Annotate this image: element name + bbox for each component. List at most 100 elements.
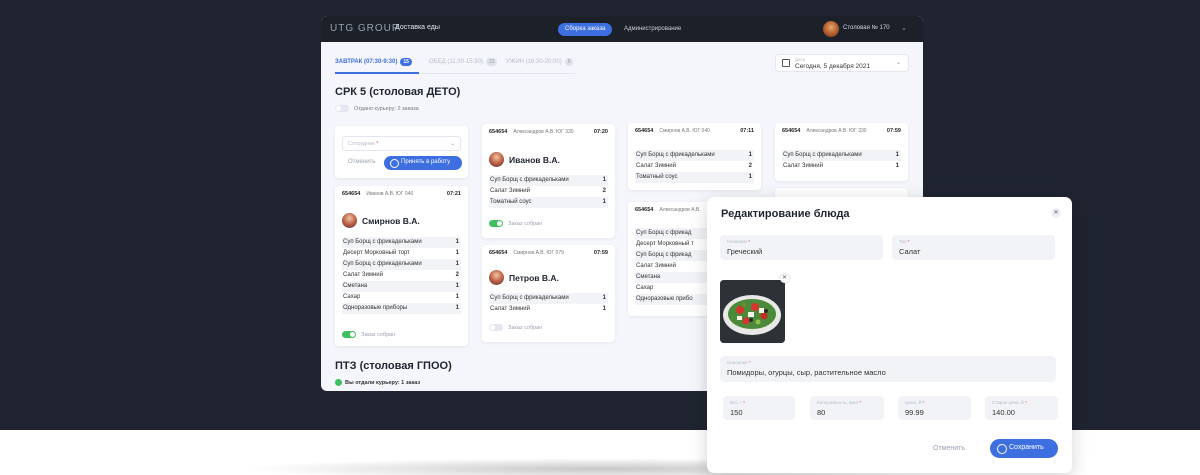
list-item: Суп Борщ с фрикадельками 1	[489, 293, 608, 304]
order-card[interactable]: 654654 Александров А.В. ЮГ 330 07:20 Ивано…	[482, 124, 615, 238]
edit-dish-modal: Редактирование блюда ✕ Название * Гречес…	[707, 197, 1072, 473]
chevron-down-icon[interactable]: ⌄	[901, 24, 907, 32]
chevron-down-icon: ⌄	[896, 60, 902, 66]
old-price-field[interactable]: Старая цена, ₽ * 140.00	[985, 396, 1058, 420]
field-label: Описание *	[727, 360, 751, 365]
item-name: Сметана	[343, 283, 368, 289]
item-qty: 1	[455, 261, 459, 267]
item-qty: 1	[602, 295, 606, 301]
item-name: Одноразовые прибо	[636, 296, 693, 302]
order-number: 654654	[635, 207, 654, 213]
item-name: Сахар	[636, 285, 654, 291]
order-items: Суп Борщ с фрикадельками 1 Салат Зимний 2 …	[489, 175, 608, 208]
close-icon[interactable]: ✕	[780, 274, 789, 283]
field-label: Цена, ₽ *	[905, 400, 924, 406]
field-label: Тип *	[899, 239, 910, 244]
tab-lunch-count: 13	[485, 58, 498, 66]
item-qty: 1	[455, 283, 459, 289]
item-name: Одноразовые приборы	[343, 305, 408, 311]
item-name: Салат Зимний	[490, 306, 530, 312]
item-name: Суп Борщ с фрикадельками	[343, 239, 422, 245]
dish-photo	[720, 280, 785, 343]
weight-label: Вес, г	[730, 400, 742, 405]
list-item: Одноразовые приборы 1	[342, 303, 461, 314]
order-items: Суп Борщ с фрикадельками 1 Салат Зимний 1	[782, 150, 901, 172]
list-item: Салат Зимний 2	[342, 270, 461, 281]
required-mark: *	[743, 400, 745, 405]
salad-image	[720, 280, 785, 343]
tab-lunch-label: ОБЕД (11:30-15:30)	[429, 59, 483, 65]
name-field[interactable]: Название * Греческий	[720, 235, 883, 260]
tab-breakfast-count: 15	[400, 58, 412, 66]
item-qty: 1	[455, 294, 459, 300]
item-qty: 1	[455, 239, 459, 245]
accept-button[interactable]: Принять в работу	[384, 156, 462, 170]
item-name: Десерт Морковный т	[636, 241, 694, 247]
item-name: Суп Борщ с фрикад	[636, 252, 692, 258]
type-field[interactable]: Тип * Салат	[892, 235, 1055, 260]
item-name: Салат Зимний	[490, 188, 530, 194]
order-card[interactable]: 654654 Александров А.В. ЮГ 330 07:59 Суп Б…	[775, 123, 908, 181]
required-mark: *	[922, 400, 925, 405]
field-label: Название *	[727, 239, 750, 244]
collected-label: Заказ собран	[508, 220, 543, 227]
assign-card: Сотрудник * ⌄ Отменить Принять в работу	[335, 126, 468, 178]
order-card[interactable]: 654654 Смирнов А.В. ЮГ 079 07:59 Петров В.…	[482, 245, 615, 342]
save-button[interactable]: Сохранить	[990, 439, 1058, 458]
nav-admin[interactable]: Администрирование	[617, 23, 688, 36]
order-header: 654654 Иванов А.В. ЮГ 040 07:21	[342, 191, 461, 199]
weight-value: 150	[730, 408, 743, 417]
cancel-button[interactable]: Отменить	[933, 445, 965, 452]
collected-row[interactable]: Заказ собран	[342, 331, 395, 338]
item-name: Салат Зимний	[636, 263, 676, 269]
list-item: Суп Борщ с фрикадельками 1	[342, 237, 461, 248]
collected-label: Заказ собран	[508, 324, 543, 331]
price-field[interactable]: Цена, ₽ * 99.99	[898, 396, 971, 420]
chevron-down-icon: ⌄	[450, 141, 455, 147]
collected-toggle[interactable]	[489, 324, 503, 331]
logo: UTG GROUP	[330, 23, 400, 34]
kcal-field[interactable]: Калорийность, ккал * 80	[810, 396, 884, 420]
item-qty: 1	[748, 174, 752, 180]
tab-breakfast[interactable]: ЗАВТРАК (07:30-9:30) 15	[335, 58, 412, 66]
name-value: Греческий	[727, 247, 763, 256]
user-avatar[interactable]	[823, 21, 839, 37]
item-qty: 2	[602, 188, 606, 194]
order-card[interactable]: 654654 Иванов А.В. ЮГ 040 07:21 Смирнов В.…	[335, 186, 468, 346]
order-number: 654654	[342, 191, 361, 197]
order-card[interactable]: 654654 Смирнов А.В. ЮГ 040 07:11 Суп Борщ …	[628, 123, 761, 190]
list-item: Томатный соус 1	[489, 197, 608, 208]
item-name: Томатный соус	[636, 174, 678, 180]
courier-toggle-row[interactable]: Отдано курьеру: 2 заказа	[335, 105, 419, 112]
close-icon[interactable]: ✕	[1051, 208, 1061, 218]
collected-toggle[interactable]	[342, 331, 356, 338]
cancel-button[interactable]: Отменить	[348, 159, 375, 165]
courier-toggle[interactable]	[335, 105, 349, 112]
order-header: 654654 Смирнов А.В. ЮГ 040 07:11	[635, 128, 754, 136]
user-name[interactable]: Столовая № 170	[843, 25, 890, 31]
item-name: Салат Зимний	[783, 163, 823, 169]
weight-field[interactable]: Вес, г * 150	[723, 396, 795, 420]
description-field[interactable]: Описание * Помидоры, огурцы, сыр, растит…	[720, 356, 1056, 382]
item-qty: 2	[455, 272, 459, 278]
order-number: 654654	[489, 250, 508, 256]
driver-name: Александров А.В. ЮГ 330	[513, 129, 574, 135]
top-bar: UTG GROUP Доставка еды Сборка заказа Адм…	[321, 16, 923, 42]
item-name: Суп Борщ с фрикадельками	[490, 295, 569, 301]
customer-name: Петров В.А.	[509, 273, 559, 283]
item-qty: 1	[895, 163, 899, 169]
courier-note: Отдано курьеру: 2 заказа	[354, 105, 419, 112]
tab-lunch[interactable]: ОБЕД (11:30-15:30) 13	[429, 58, 498, 66]
collected-row[interactable]: Заказ собран	[489, 324, 542, 331]
date-picker[interactable]: Дата Сегодня, 5 декабря 2021 ⌄	[775, 54, 909, 72]
collected-row[interactable]: Заказ собран	[489, 220, 542, 227]
field-label: Старая цена, ₽ *	[992, 400, 1027, 406]
required-mark: *	[1025, 400, 1027, 405]
price-label: Цена, ₽	[905, 400, 922, 405]
employee-select[interactable]: Сотрудник * ⌄	[342, 136, 461, 151]
list-item: Томатный соус 1	[635, 172, 754, 183]
tab-dinner[interactable]: УЖИН (16:30-20:00) 6	[506, 58, 574, 66]
nav-assembly[interactable]: Сборка заказа	[558, 23, 613, 36]
collected-toggle[interactable]	[489, 220, 503, 227]
list-item: Салат Зимний 2	[489, 186, 608, 197]
